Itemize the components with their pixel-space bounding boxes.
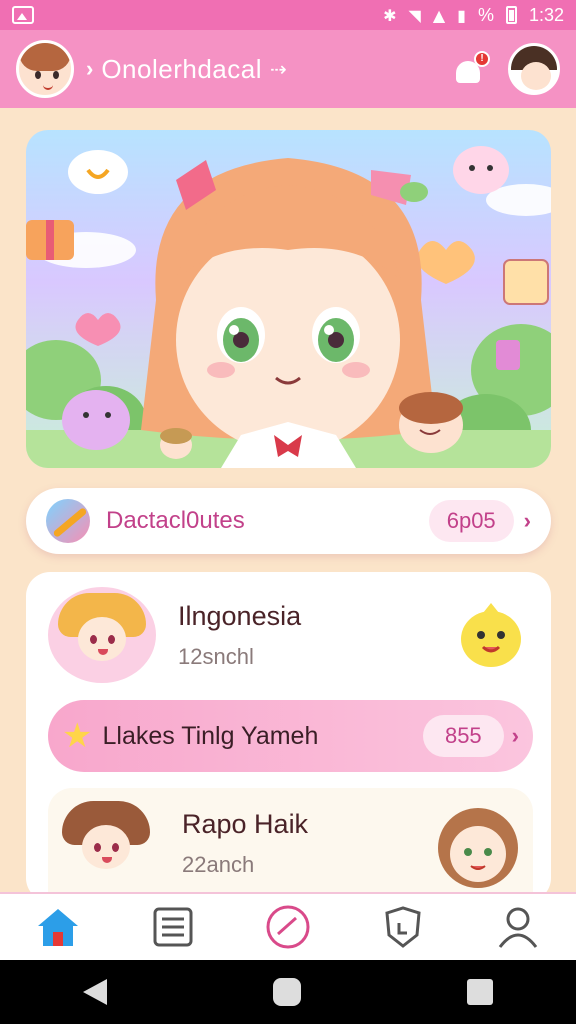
cell-signal-icon: ▮	[457, 5, 466, 25]
feature-pill-button[interactable]: ★ Llakes Tinlg Yameh 855 ›	[48, 700, 533, 772]
status-bar: ✱ ◥ ▲ ▮ % 1:32	[0, 0, 576, 30]
wand-icon	[46, 499, 90, 543]
nav-shield[interactable]	[373, 901, 433, 953]
notification-badge: !	[474, 51, 490, 67]
mascot-icon	[453, 597, 529, 673]
user-avatar[interactable]	[508, 43, 560, 95]
avatar	[48, 587, 156, 683]
recent-apps-icon[interactable]	[467, 979, 493, 1005]
chevron-right-icon: ›	[511, 723, 519, 748]
home-icon	[37, 909, 78, 946]
gallery-icon	[12, 6, 34, 24]
hero-banner[interactable]	[26, 130, 551, 468]
avatar	[433, 798, 523, 888]
promo-count: 6p05	[428, 500, 514, 542]
promo-pill-button[interactable]: Dactacl0utes 6p05 ›	[26, 488, 551, 554]
feature-label: Llakes Tinlg Yameh	[102, 721, 319, 750]
star-icon: ★	[62, 716, 93, 756]
list-item-name: Rapo Haik	[182, 808, 309, 839]
list-item-name: Ilngonesia	[178, 600, 302, 631]
wifi-icon: ◥	[408, 5, 421, 25]
clock: 1:32	[528, 4, 564, 25]
shield-icon	[385, 906, 421, 948]
battery-icon	[505, 6, 517, 24]
check-circle-icon	[266, 905, 310, 949]
nav-profile[interactable]	[488, 901, 548, 953]
profile-icon	[499, 907, 538, 948]
app-header: › Onolerhdacal ⇢ !	[0, 30, 576, 108]
list-item[interactable]: Rapo Haik 22anch	[48, 788, 533, 902]
notification-button[interactable]: !	[450, 49, 490, 89]
bottom-nav	[0, 892, 576, 960]
avatar	[52, 795, 160, 891]
chevron-right-icon: ›	[86, 56, 94, 81]
hero-illustration	[26, 146, 551, 468]
back-icon[interactable]	[83, 979, 107, 1005]
home-circle-icon[interactable]	[273, 978, 301, 1006]
list-icon	[153, 907, 193, 947]
nav-home[interactable]	[28, 901, 88, 953]
nav-list[interactable]	[143, 901, 203, 953]
sparkle-arrow-icon: ⇢	[269, 58, 287, 81]
signal-icon: ▲	[432, 5, 446, 25]
bluetooth-icon: ✱	[383, 5, 397, 25]
cards-panel: Ilngonesia 12snchl ★ Llakes Tinlg Yameh …	[26, 572, 551, 902]
battery-percent: %	[477, 4, 494, 25]
profile-avatar[interactable]	[16, 40, 74, 98]
promo-label: Dactacl0utes	[106, 507, 245, 534]
app-title: Onolerhdacal	[101, 53, 262, 84]
list-item[interactable]: Ilngonesia 12snchl	[26, 580, 551, 690]
system-nav-bar	[0, 960, 576, 1024]
list-item-subtitle: 22anch	[182, 851, 255, 877]
nav-check[interactable]	[258, 901, 318, 953]
chevron-right-icon: ›	[523, 508, 531, 533]
feature-count: 855	[422, 715, 504, 757]
list-item-subtitle: 12snchl	[178, 643, 254, 669]
